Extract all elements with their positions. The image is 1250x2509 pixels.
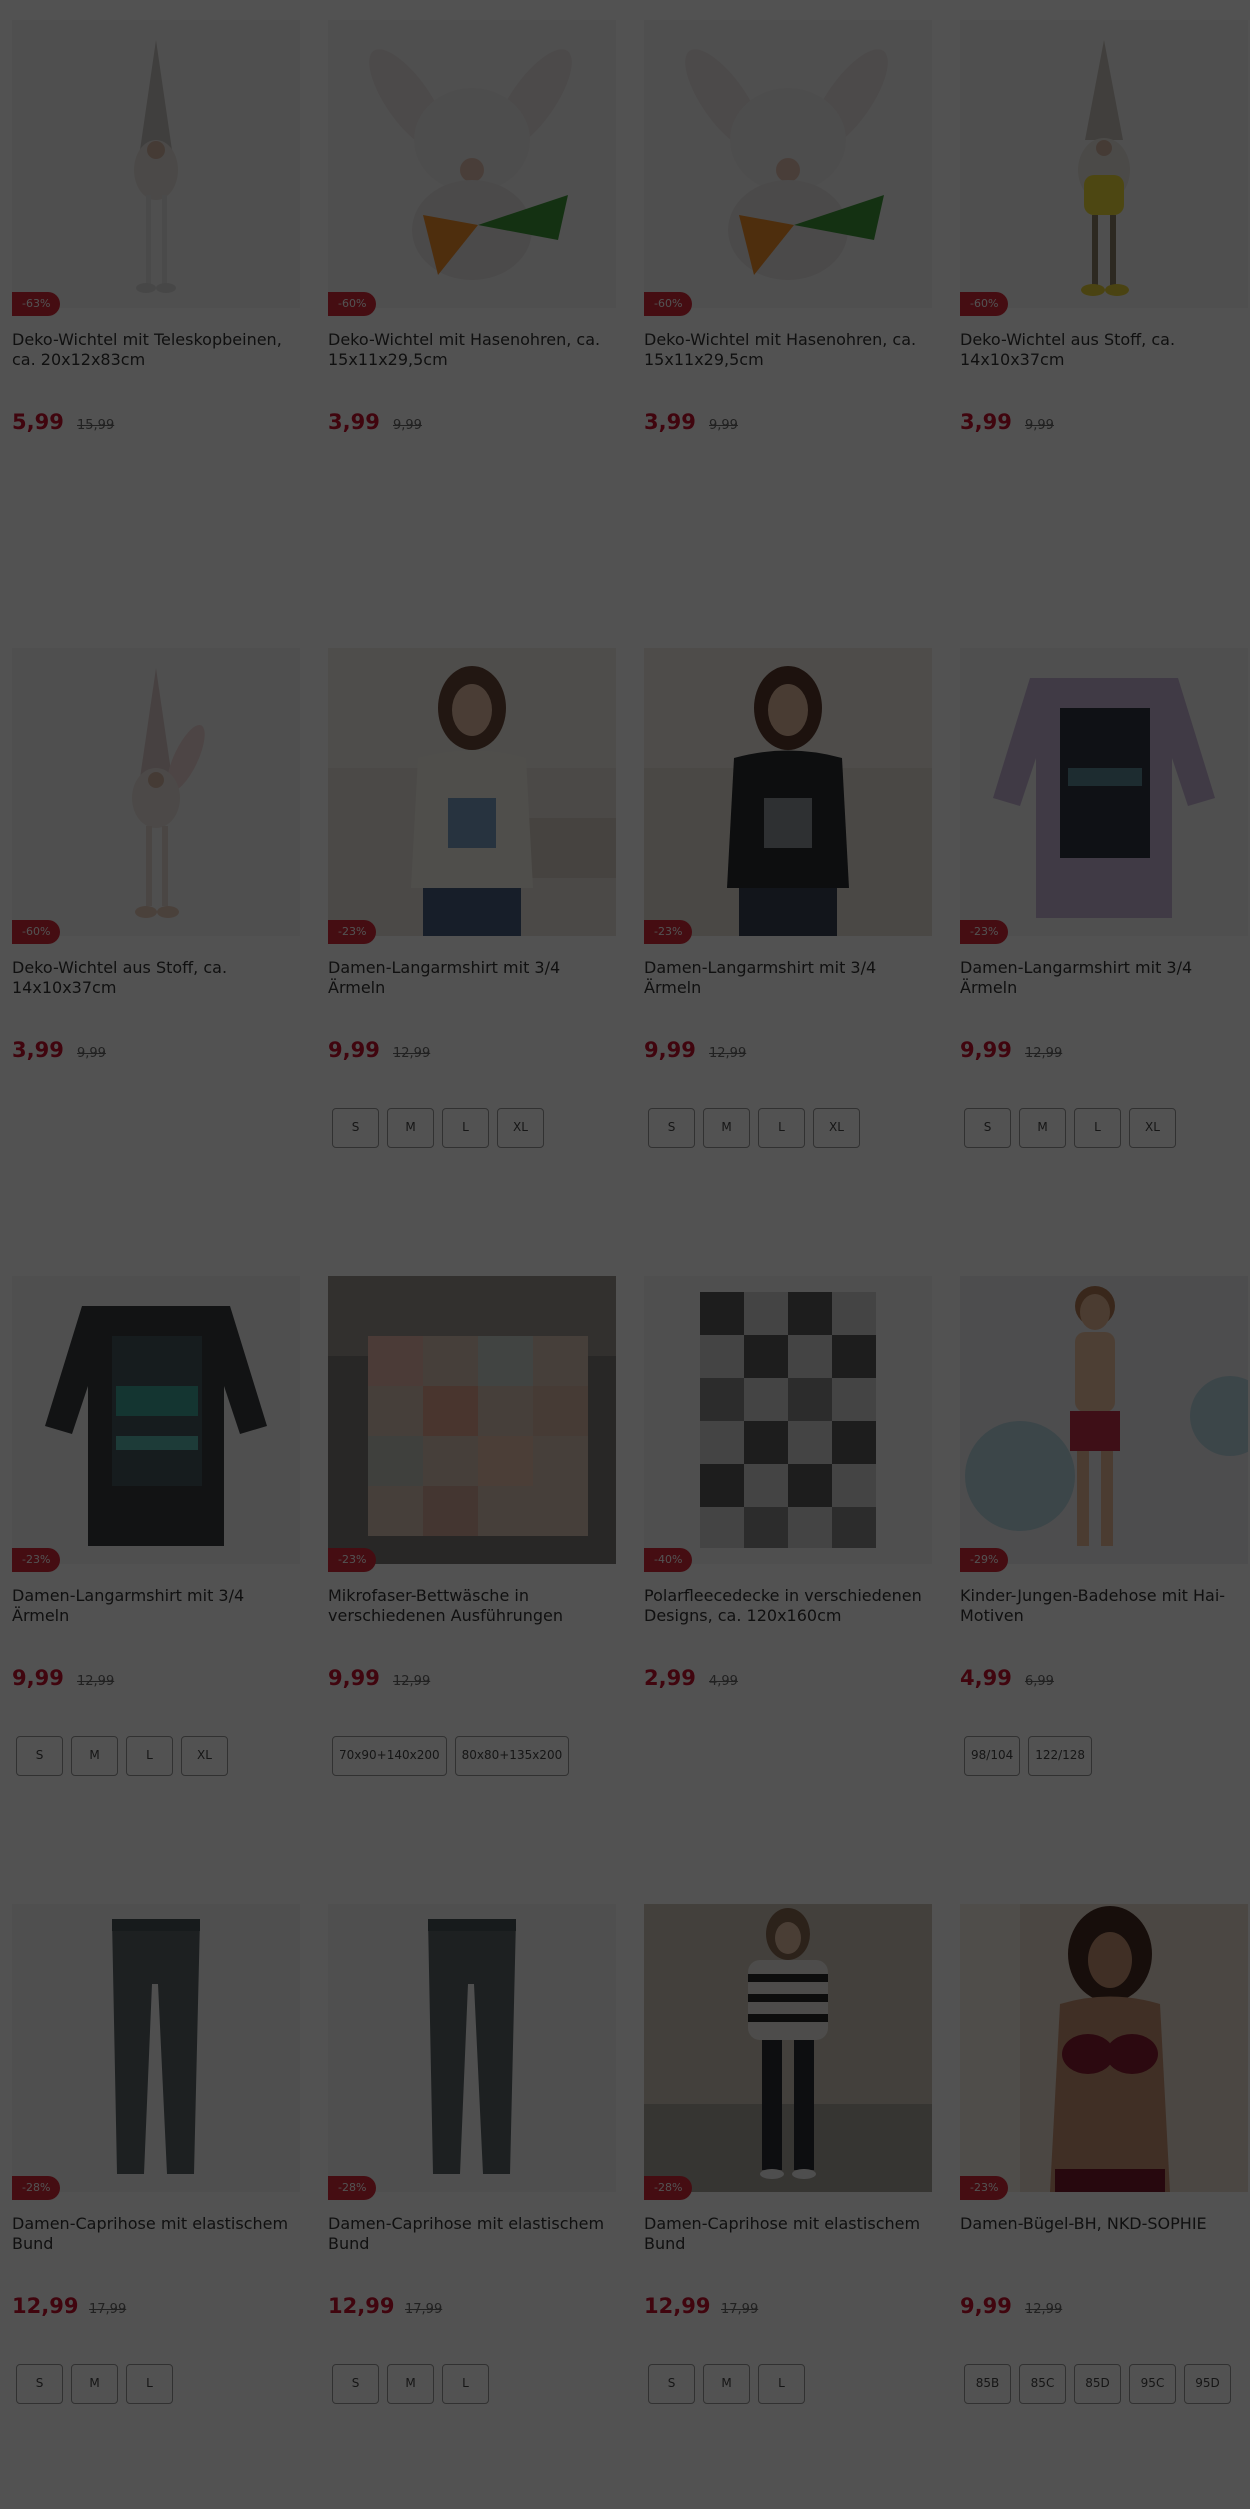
- modal-backdrop-overlay[interactable]: [0, 0, 1250, 2509]
